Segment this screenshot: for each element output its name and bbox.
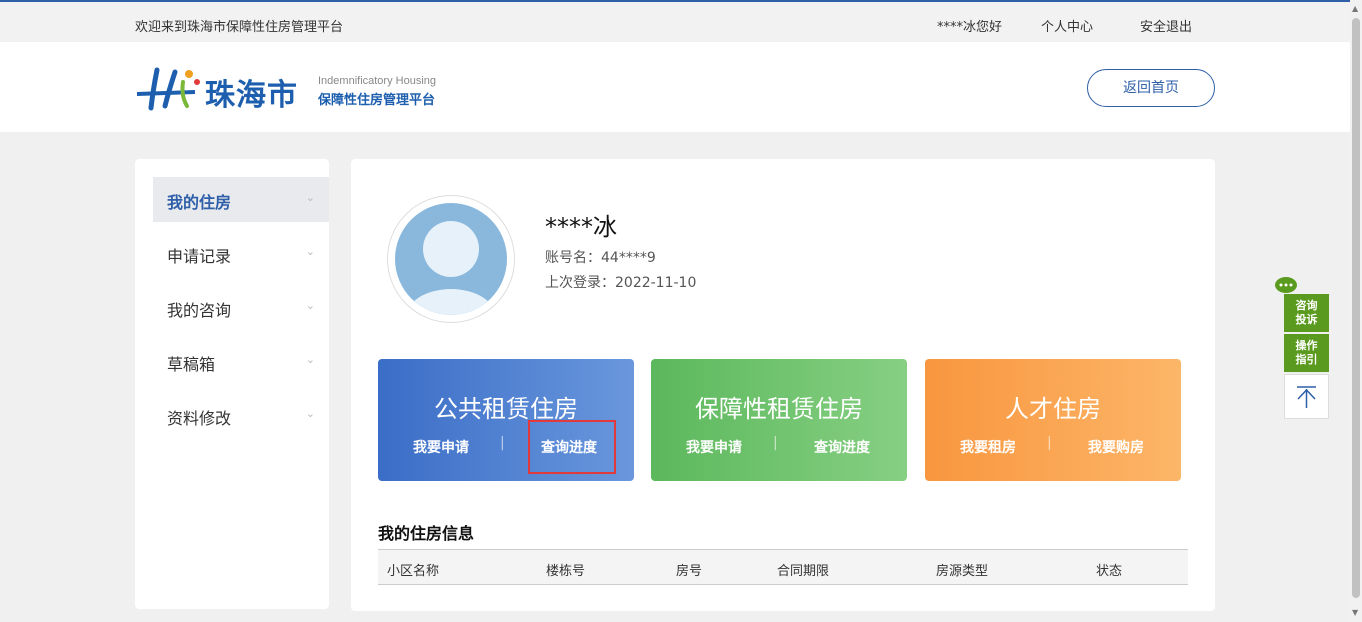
column-header: 房源类型 [936, 564, 989, 579]
sidebar-item-label: 草稿箱 [167, 355, 216, 374]
column-header: 合同期限 [777, 564, 830, 579]
logo-chinese: 保障性住房管理平台 [318, 93, 436, 108]
sidebar-item-my-housing[interactable]: 我的住房 ⌄ [153, 177, 329, 222]
card-title: 保障性租赁住房 [695, 395, 863, 423]
column-header: 小区名称 [387, 564, 440, 579]
chevron-down-icon: ⌄ [305, 191, 315, 204]
arrow-to-top-icon [1297, 386, 1316, 408]
column-header: 房号 [676, 564, 703, 579]
back-to-top-button[interactable] [1284, 374, 1329, 419]
chevron-down-icon: ⌄ [305, 407, 315, 420]
column-header: 状态 [1096, 564, 1123, 579]
sidebar: 我的住房 ⌄ 申请记录 ⌄ 我的咨询 ⌄ 草稿箱 ⌄ 资料修改 ⌄ [135, 159, 329, 609]
personal-center-link[interactable]: 个人中心 [1041, 16, 1093, 35]
logo-english: Indemnificatory Housing [318, 75, 437, 87]
highlight-box [528, 420, 616, 474]
user-greeting: ****冰您好 [937, 20, 1003, 35]
home-button[interactable]: 返回首页 [1087, 69, 1215, 107]
operation-guide-button[interactable]: 操作 指引 [1284, 334, 1329, 372]
housing-info-title: 我的住房信息 [378, 524, 475, 543]
apply-button[interactable]: 我要申请 [413, 437, 469, 457]
card-public-rental: 公共租赁住房 我要申请 | 查询进度 [378, 359, 634, 481]
consult-complaint-button[interactable]: 咨询 投诉 [1284, 294, 1329, 332]
divider: | [1047, 435, 1052, 451]
buy-button[interactable]: 我要购房 [1088, 437, 1144, 457]
account-name: 账号名：44****9 [545, 250, 656, 266]
header: 珠海市 Indemnificatory Housing 保障性住房管理平台 返回… [0, 42, 1350, 132]
logo-city: 珠海市 [205, 78, 298, 113]
main-panel: ****冰 账号名：44****9 上次登录：2022-11-10 公共租赁住房… [351, 159, 1215, 611]
chevron-down-icon: ⌄ [305, 353, 315, 366]
last-login: 上次登录：2022-11-10 [545, 275, 697, 291]
housing-table-header: 小区名称 楼栋号 房号 合同期限 房源类型 状态 [378, 549, 1188, 585]
user-avatar-icon [395, 203, 507, 315]
sidebar-item-label: 我的住房 [167, 193, 232, 212]
scroll-down-icon[interactable]: ▼ [1352, 608, 1358, 617]
logout-link[interactable]: 安全退出 [1140, 16, 1192, 35]
sidebar-item-application-records[interactable]: 申请记录 ⌄ [153, 231, 329, 276]
query-progress-button[interactable]: 查询进度 [814, 437, 870, 457]
top-bar: 欢迎来到珠海市保障性住房管理平台 ****冰您好 个人中心 安全退出 [0, 0, 1350, 42]
apply-button[interactable]: 我要申请 [686, 437, 742, 457]
scroll-up-icon[interactable]: ▲ [1352, 4, 1358, 13]
card-affordable-rental: 保障性租赁住房 我要申请 | 查询进度 [651, 359, 907, 481]
rent-button[interactable]: 我要租房 [960, 437, 1016, 457]
column-header: 楼栋号 [546, 564, 586, 579]
sidebar-item-label: 申请记录 [167, 247, 232, 266]
card-talent-housing: 人才住房 我要租房 | 我要购房 [925, 359, 1181, 481]
user-name: ****冰 [545, 213, 617, 241]
logo-mark-icon [136, 67, 200, 111]
card-title: 人才住房 [1005, 395, 1101, 423]
sidebar-item-label: 资料修改 [167, 409, 232, 428]
scrollbar[interactable]: ▲ ▼ [1350, 0, 1362, 622]
divider: | [500, 435, 505, 451]
divider: | [773, 435, 778, 451]
avatar [387, 195, 515, 323]
scroll-thumb[interactable] [1352, 18, 1360, 598]
site-logo[interactable]: 珠海市 Indemnificatory Housing 保障性住房管理平台 [135, 62, 455, 113]
sidebar-item-my-consultations[interactable]: 我的咨询 ⌄ [153, 285, 329, 330]
sidebar-item-drafts[interactable]: 草稿箱 ⌄ [153, 339, 329, 384]
chevron-down-icon: ⌄ [305, 299, 315, 312]
sidebar-item-label: 我的咨询 [167, 301, 232, 320]
chevron-down-icon: ⌄ [305, 245, 315, 258]
welcome-text: 欢迎来到珠海市保障性住房管理平台 [135, 20, 344, 35]
sidebar-item-edit-profile[interactable]: 资料修改 ⌄ [153, 393, 329, 438]
card-title: 公共租赁住房 [434, 395, 578, 423]
